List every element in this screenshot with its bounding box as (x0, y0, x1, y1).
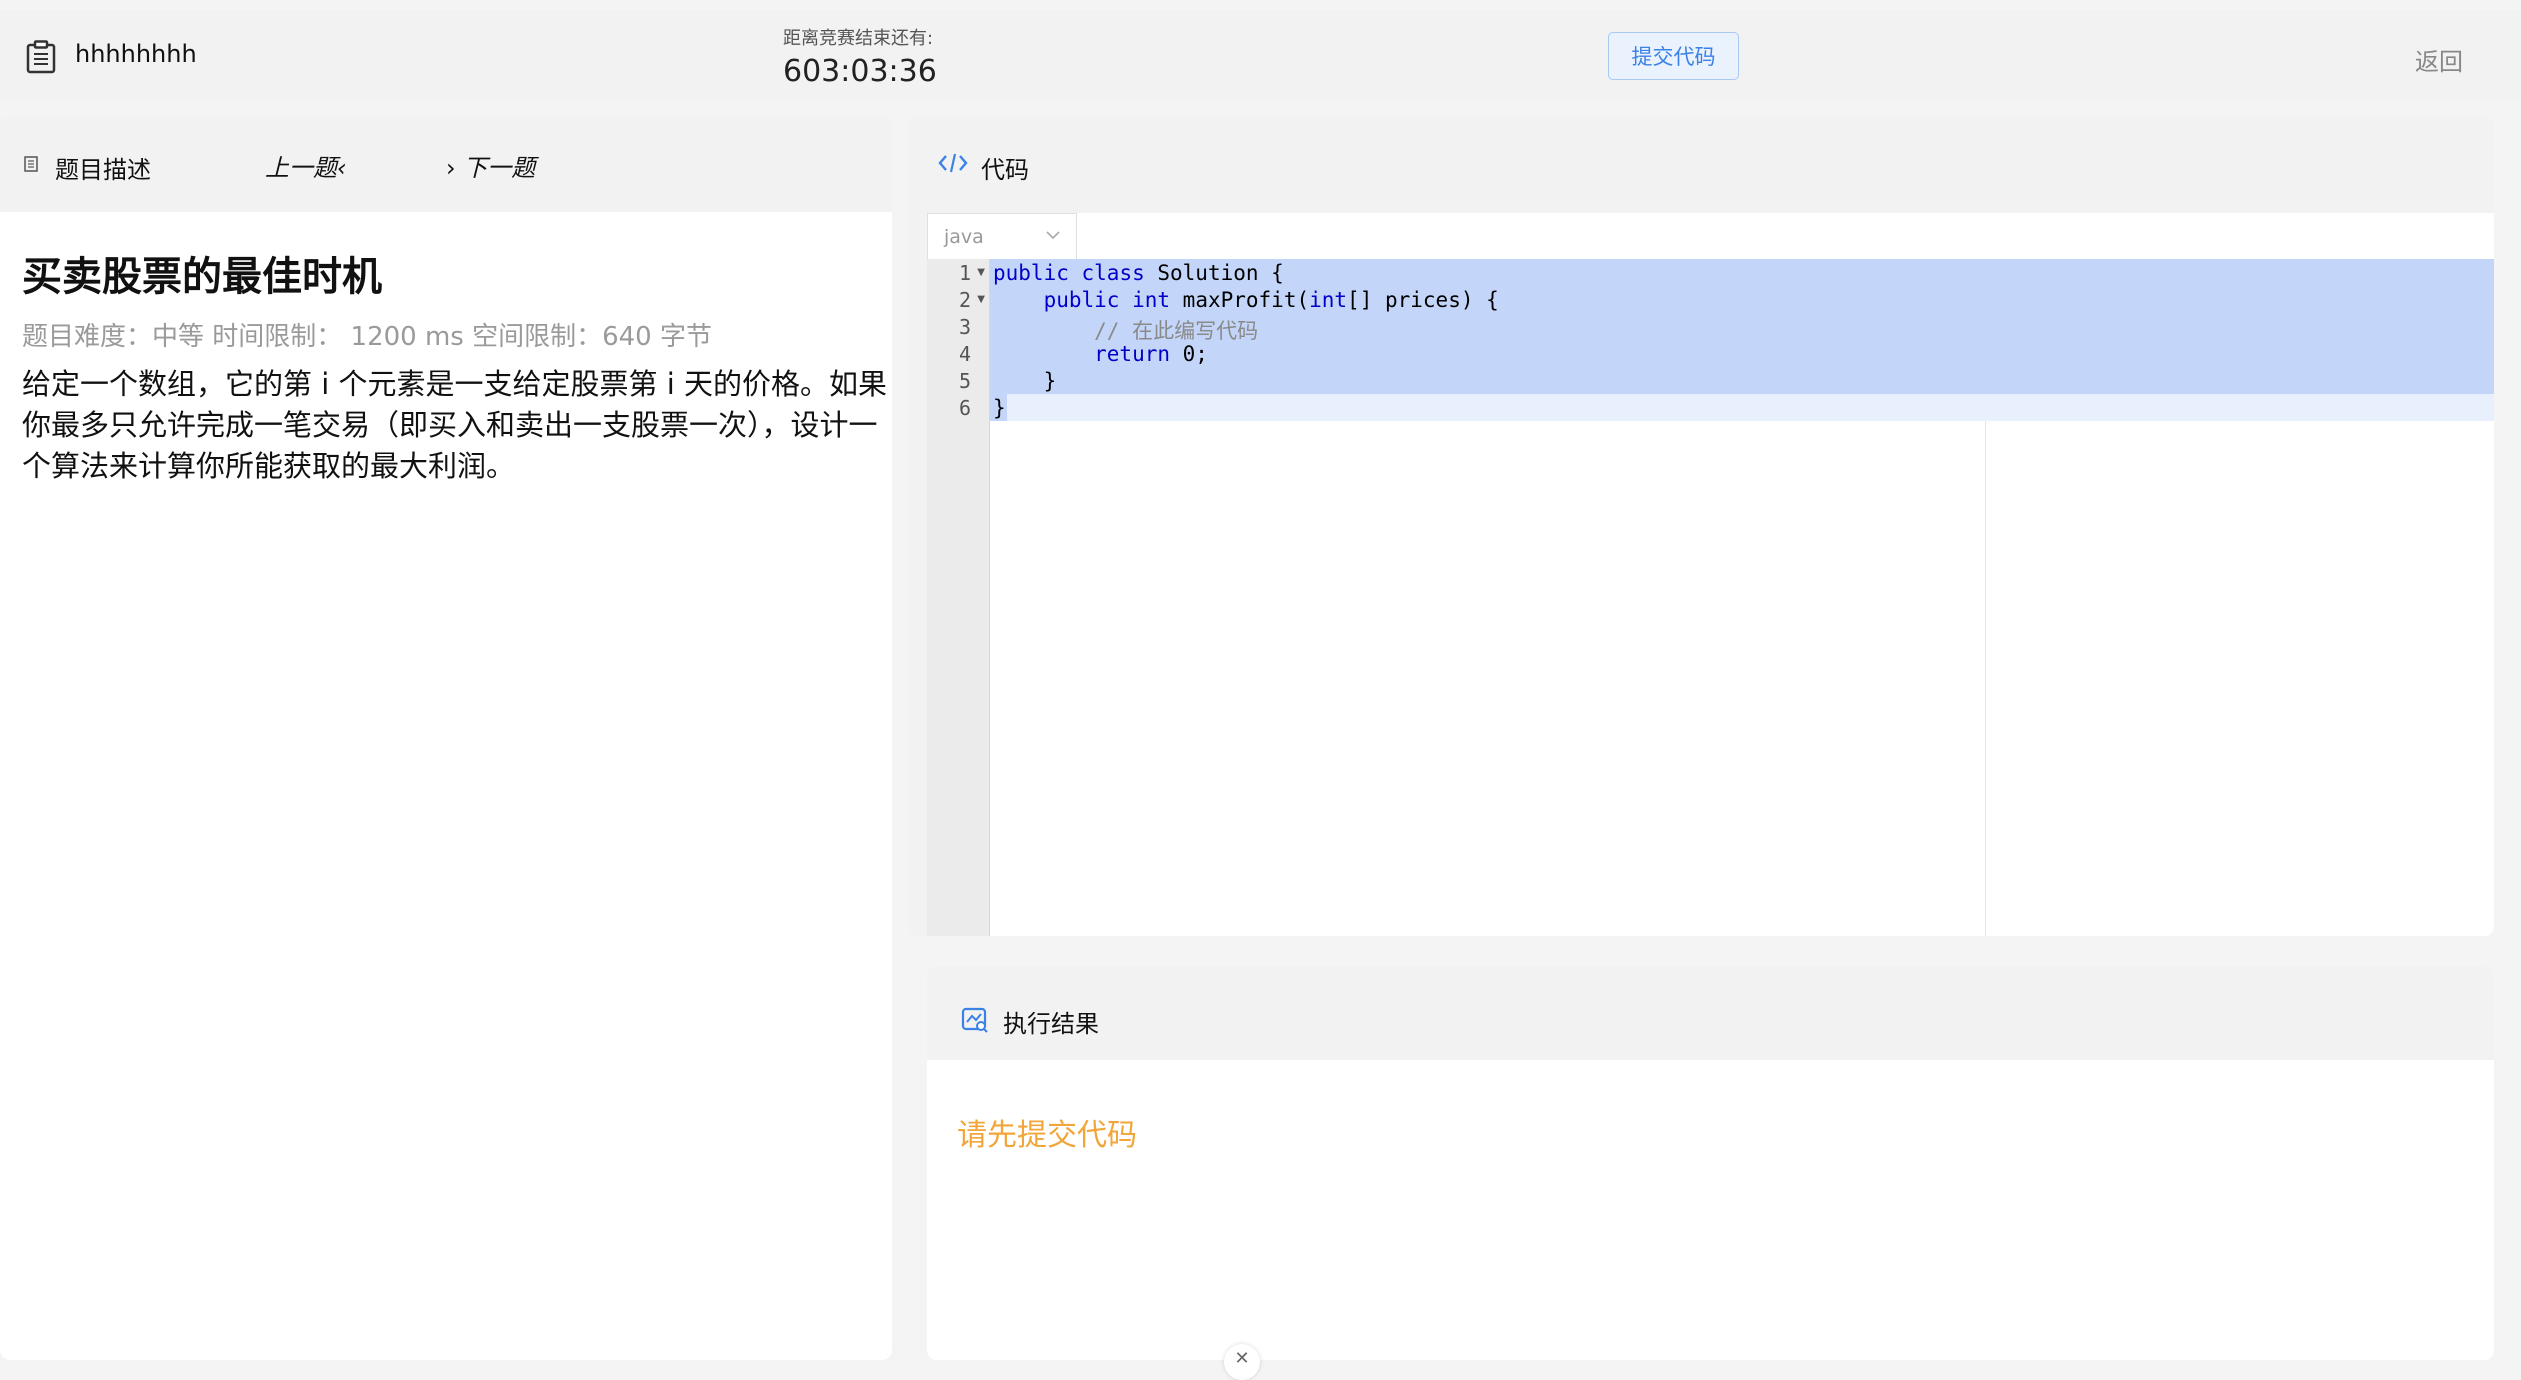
code-token: public (1043, 288, 1120, 312)
result-toolbar (927, 966, 2494, 1060)
fold-arrow-icon[interactable]: ▼ (977, 267, 985, 278)
code-panel-title: 代码 (981, 156, 1029, 184)
code-token: public (993, 261, 1069, 285)
next-problem-label: 下一题 (463, 154, 536, 182)
line-number: 4 (958, 342, 971, 366)
chevron-left-icon: ‹ (337, 154, 347, 182)
top-header: hhhhhhhh 距离竞赛结束还有: 603:03:36 提交代码 返回 (0, 10, 2521, 100)
clipboard-icon (26, 40, 56, 74)
chevron-right-icon: › (446, 154, 456, 182)
line-number: 2 (958, 288, 971, 312)
result-panel: 执行结果 请先提交代码 (927, 966, 2494, 1360)
problem-description: 给定一个数组，它的第 i 个元素是一支给定股票第 i 天的价格。如果你最多只允许… (22, 367, 887, 483)
line-number: 5 (958, 369, 971, 393)
code-line: } (993, 396, 1006, 420)
code-token: int (1309, 288, 1348, 312)
code-token: Solution { (1144, 261, 1284, 285)
problem-title: 买卖股票的最佳时机 (22, 254, 382, 300)
line-number: 3 (958, 315, 971, 339)
result-panel-title: 执行结果 (1003, 1010, 1099, 1038)
result-icon (961, 1007, 988, 1033)
code-line: public int maxProfit(int[] prices) { (993, 288, 1499, 312)
tab-problem-description[interactable]: 题目描述 (55, 150, 151, 185)
line-number-gutter: 1 ▼ 2 ▼ 3 4 5 6 (927, 259, 990, 936)
submit-code-button[interactable]: 提交代码 (1608, 32, 1739, 80)
language-select[interactable]: java (927, 213, 1077, 259)
code-token: return (993, 342, 1171, 366)
code-token: [] prices) { (1347, 288, 1499, 312)
code-line: return 0; (993, 342, 1208, 366)
back-button[interactable]: 返回 (2415, 42, 2463, 77)
username: hhhhhhhh (75, 40, 197, 68)
chevron-down-icon (1046, 231, 1060, 240)
prev-problem-button[interactable]: 上一题‹ (265, 148, 347, 183)
countdown-label: 距离竞赛结束还有: (783, 28, 934, 49)
prev-problem-label: 上一题 (265, 154, 337, 182)
problem-panel: 题目描述 上一题‹ › 下一题 买卖股票的最佳时机 题目难度：中等 时间限制： … (0, 116, 892, 1360)
result-message: 请先提交代码 (957, 1118, 1137, 1153)
code-panel: 代码 java 1 ▼ 2 ▼ 3 4 5 6 public class Sol… (908, 116, 2494, 936)
active-line-highlight (990, 394, 2494, 421)
language-value: java (944, 226, 984, 248)
code-token: int (1132, 288, 1171, 312)
code-line: public class Solution { (993, 261, 1284, 285)
problem-meta: 题目难度：中等 时间限制： 1200 ms 空间限制：640 字节 (22, 322, 712, 352)
code-token: maxProfit( (1170, 288, 1310, 312)
code-editor[interactable]: java 1 ▼ 2 ▼ 3 4 5 6 public class Soluti… (927, 213, 2494, 936)
code-token: 0; (1170, 342, 1208, 366)
countdown-time: 603:03:36 (783, 54, 937, 89)
print-margin (1985, 421, 1986, 936)
line-number: 1 (958, 261, 971, 285)
code-line: // 在此编写代码 (993, 319, 1259, 343)
code-line: } (993, 369, 1057, 393)
code-token: class (1081, 261, 1145, 285)
next-problem-button[interactable]: › 下一题 (446, 148, 535, 183)
code-icon (938, 153, 968, 173)
fold-arrow-icon[interactable]: ▼ (977, 294, 985, 305)
document-icon (24, 156, 38, 172)
close-icon[interactable]: ✕ (1224, 1344, 1260, 1380)
line-number: 6 (958, 396, 971, 420)
